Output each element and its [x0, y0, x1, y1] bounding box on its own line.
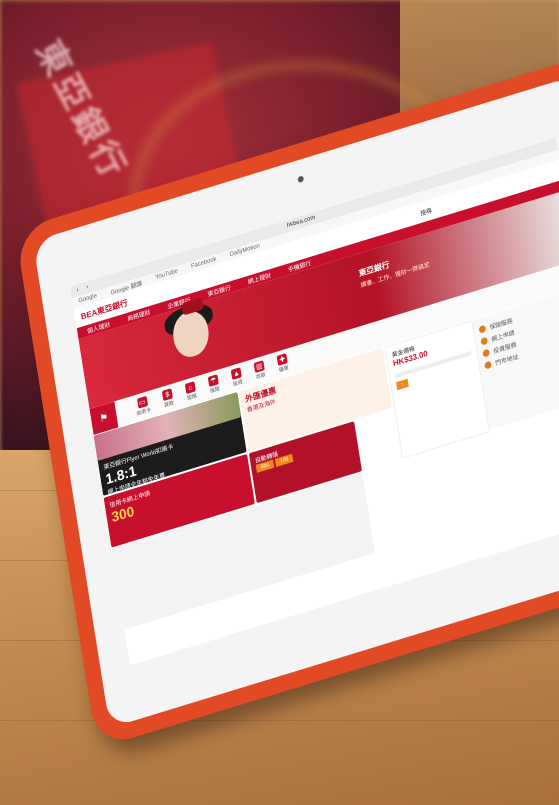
quick-link-bank[interactable]: ▥ 存款 [253, 360, 266, 381]
quick-link-cards[interactable]: ▭ 信用卡 [134, 395, 151, 418]
back-icon[interactable]: ‹ [76, 287, 79, 294]
quick-link-wealth[interactable]: ▲ 投資 [230, 367, 243, 388]
quick-link-home[interactable]: ⌂ 按揭 [184, 381, 197, 402]
forward-icon[interactable]: › [86, 284, 89, 291]
price-more-button[interactable]: › [396, 378, 409, 391]
photo-scene: 東亞銀行 ‹ › hkbea.com Google Google 翻譯 YouT… [0, 0, 559, 805]
location-icon [484, 360, 492, 370]
quick-link-loans[interactable]: $ 貸款 [161, 388, 174, 409]
people-icon [482, 348, 491, 358]
quick-link-insurance[interactable]: ☂ 保險 [207, 374, 220, 395]
laptop-icon [480, 336, 489, 346]
percent-icon [478, 324, 487, 334]
quick-link-gift[interactable]: ✚ 優惠 [276, 353, 289, 374]
search-label[interactable]: 搜尋 [420, 205, 432, 217]
